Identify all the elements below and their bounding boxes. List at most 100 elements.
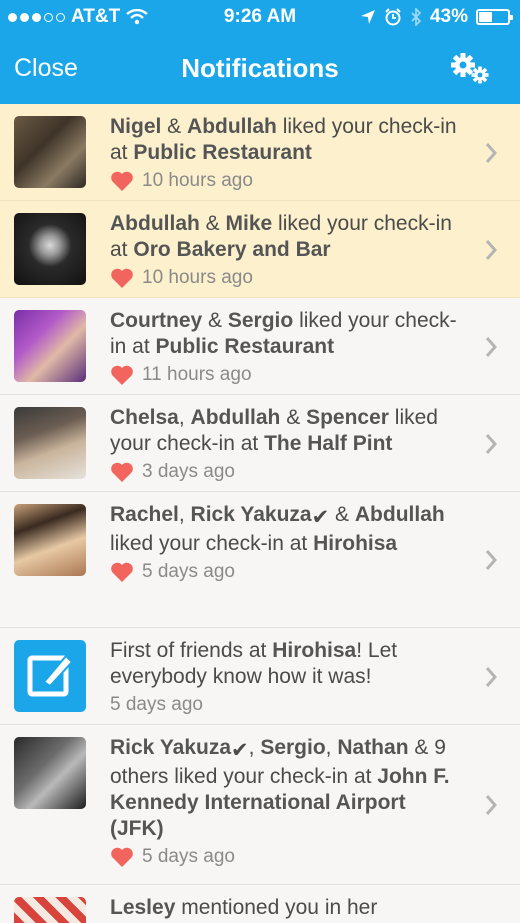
avatar[interactable] bbox=[14, 116, 86, 188]
notification-meta: 11 hours ago bbox=[110, 362, 465, 388]
notification-message: Chelsa, Abdullah & Spencer liked your ch… bbox=[110, 405, 465, 457]
chevron-right-icon[interactable] bbox=[484, 433, 498, 455]
highlighted-name[interactable]: Rick Yakuza bbox=[110, 736, 231, 759]
notification-text: Courtney & Sergio liked your check-in at… bbox=[110, 308, 465, 388]
notification-meta: 5 days ago bbox=[110, 559, 465, 585]
highlighted-name[interactable]: Spencer bbox=[306, 406, 389, 429]
highlighted-name[interactable]: Abdullah bbox=[187, 115, 277, 138]
message-text: mentioned you in her bbox=[175, 896, 378, 919]
chevron-right-icon[interactable] bbox=[484, 336, 498, 358]
avatar[interactable] bbox=[14, 897, 86, 923]
highlighted-name[interactable]: The Half Pint bbox=[264, 432, 392, 455]
message-text: , bbox=[325, 736, 338, 759]
highlighted-name[interactable]: Abdullah bbox=[191, 406, 281, 429]
highlighted-name[interactable]: Lesley bbox=[110, 896, 175, 919]
highlighted-name[interactable]: Nigel bbox=[110, 115, 161, 138]
notification-text: First of friends at Hirohisa! Let everyb… bbox=[110, 638, 465, 718]
message-text: & bbox=[161, 115, 188, 138]
notification-meta: 10 hours ago bbox=[110, 168, 465, 194]
notification-row[interactable]: First of friends at Hirohisa! Let everyb… bbox=[0, 628, 520, 725]
navigation-bar: Close Notifications bbox=[0, 36, 520, 104]
chevron-right-icon[interactable] bbox=[484, 666, 498, 688]
message-text: , bbox=[178, 406, 191, 429]
heart-icon bbox=[111, 462, 133, 482]
gear-icon[interactable] bbox=[448, 50, 492, 86]
chevron-right-icon[interactable] bbox=[484, 142, 498, 164]
highlighted-name[interactable]: Rick Yakuza bbox=[191, 503, 312, 526]
compose-tip-icon[interactable] bbox=[14, 640, 86, 712]
notification-message: Rick Yakuza✔, Sergio, Nathan & 9 others … bbox=[110, 735, 465, 842]
highlighted-name[interactable]: Abdullah bbox=[110, 212, 200, 235]
highlighted-name[interactable]: Hirohisa bbox=[272, 639, 356, 662]
highlighted-name[interactable]: Sergio bbox=[260, 736, 325, 759]
notification-row[interactable]: Chelsa, Abdullah & Spencer liked your ch… bbox=[0, 395, 520, 492]
timestamp: 3 days ago bbox=[142, 461, 235, 482]
avatar[interactable] bbox=[14, 504, 86, 576]
notification-message: First of friends at Hirohisa! Let everyb… bbox=[110, 638, 465, 690]
highlighted-name[interactable]: Mike bbox=[226, 212, 273, 235]
notification-row[interactable]: Rick Yakuza✔, Sergio, Nathan & 9 others … bbox=[0, 725, 520, 885]
avatar[interactable] bbox=[14, 213, 86, 285]
status-bar: AT&T 9:26 AM 43% bbox=[0, 0, 520, 36]
avatar[interactable] bbox=[14, 407, 86, 479]
timestamp: 11 hours ago bbox=[142, 364, 252, 385]
notification-row[interactable]: Abdullah & Mike liked your check-in at O… bbox=[0, 201, 520, 298]
notification-message: Courtney & Sergio liked your check-in at… bbox=[110, 308, 465, 360]
notification-meta: 5 days ago bbox=[110, 692, 465, 718]
highlighted-name[interactable]: Hirohisa bbox=[313, 532, 397, 555]
notification-meta: 3 days ago bbox=[110, 459, 465, 485]
notification-row[interactable]: Rachel, Rick Yakuza✔ & Abdullah liked yo… bbox=[0, 492, 520, 628]
notification-text: Rachel, Rick Yakuza✔ & Abdullah liked yo… bbox=[110, 502, 465, 585]
message-text: & bbox=[329, 503, 355, 526]
highlighted-name[interactable]: Rachel bbox=[110, 503, 179, 526]
highlighted-name[interactable]: Abdullah bbox=[355, 503, 445, 526]
notification-message: Abdullah & Mike liked your check-in at O… bbox=[110, 211, 465, 263]
avatar[interactable] bbox=[14, 737, 86, 809]
chevron-right-icon[interactable] bbox=[484, 794, 498, 816]
battery-icon bbox=[476, 9, 513, 25]
check-icon: ✔ bbox=[231, 739, 249, 762]
bluetooth-icon bbox=[411, 8, 422, 26]
alarm-clock-icon bbox=[385, 8, 401, 26]
highlighted-name[interactable]: Courtney bbox=[110, 309, 202, 332]
message-text: , bbox=[248, 736, 261, 759]
notification-row[interactable]: Nigel & Abdullah liked your check-in at … bbox=[0, 104, 520, 201]
chevron-right-icon[interactable] bbox=[484, 239, 498, 261]
page-title: Notifications bbox=[181, 53, 339, 83]
notification-text: Lesley mentioned you in her bbox=[110, 895, 465, 921]
notification-text: Nigel & Abdullah liked your check-in at … bbox=[110, 114, 465, 194]
notification-text: Rick Yakuza✔, Sergio, Nathan & 9 others … bbox=[110, 735, 465, 870]
highlighted-name[interactable]: Oro Bakery and Bar bbox=[133, 238, 330, 261]
message-text: & bbox=[280, 406, 307, 429]
highlighted-name[interactable]: Nathan bbox=[337, 736, 408, 759]
notification-row[interactable]: Lesley mentioned you in her bbox=[0, 885, 520, 923]
message-text: , bbox=[178, 503, 191, 526]
timestamp: 5 days ago bbox=[142, 846, 235, 867]
check-icon: ✔ bbox=[311, 506, 330, 529]
notification-list: Nigel & Abdullah liked your check-in at … bbox=[0, 104, 520, 923]
battery-percent: 43% bbox=[429, 6, 468, 27]
notification-message: Nigel & Abdullah liked your check-in at … bbox=[110, 114, 465, 166]
notification-row[interactable]: Courtney & Sergio liked your check-in at… bbox=[0, 298, 520, 395]
notification-text: Chelsa, Abdullah & Spencer liked your ch… bbox=[110, 405, 465, 485]
heart-icon bbox=[111, 171, 133, 191]
notification-message: Lesley mentioned you in her bbox=[110, 895, 465, 921]
heart-icon bbox=[111, 268, 133, 288]
chevron-right-icon[interactable] bbox=[484, 549, 498, 571]
notification-meta: 10 hours ago bbox=[110, 265, 465, 291]
message-text: First of friends at bbox=[110, 639, 273, 662]
timestamp: 10 hours ago bbox=[142, 170, 253, 191]
highlighted-name[interactable]: Chelsa bbox=[110, 406, 179, 429]
heart-icon bbox=[111, 847, 133, 867]
message-text: & bbox=[202, 309, 228, 332]
highlighted-name[interactable]: Public Restaurant bbox=[133, 141, 312, 164]
avatar[interactable] bbox=[14, 310, 86, 382]
notification-message: Rachel, Rick Yakuza✔ & Abdullah liked yo… bbox=[110, 502, 465, 557]
top-bar: AT&T 9:26 AM 43% Close Notifications bbox=[0, 0, 520, 104]
heart-icon bbox=[111, 562, 133, 582]
notification-text: Abdullah & Mike liked your check-in at O… bbox=[110, 211, 465, 291]
heart-icon bbox=[111, 365, 133, 385]
highlighted-name[interactable]: Sergio bbox=[228, 309, 293, 332]
timestamp: 10 hours ago bbox=[142, 267, 253, 288]
highlighted-name[interactable]: Public Restaurant bbox=[156, 335, 335, 358]
